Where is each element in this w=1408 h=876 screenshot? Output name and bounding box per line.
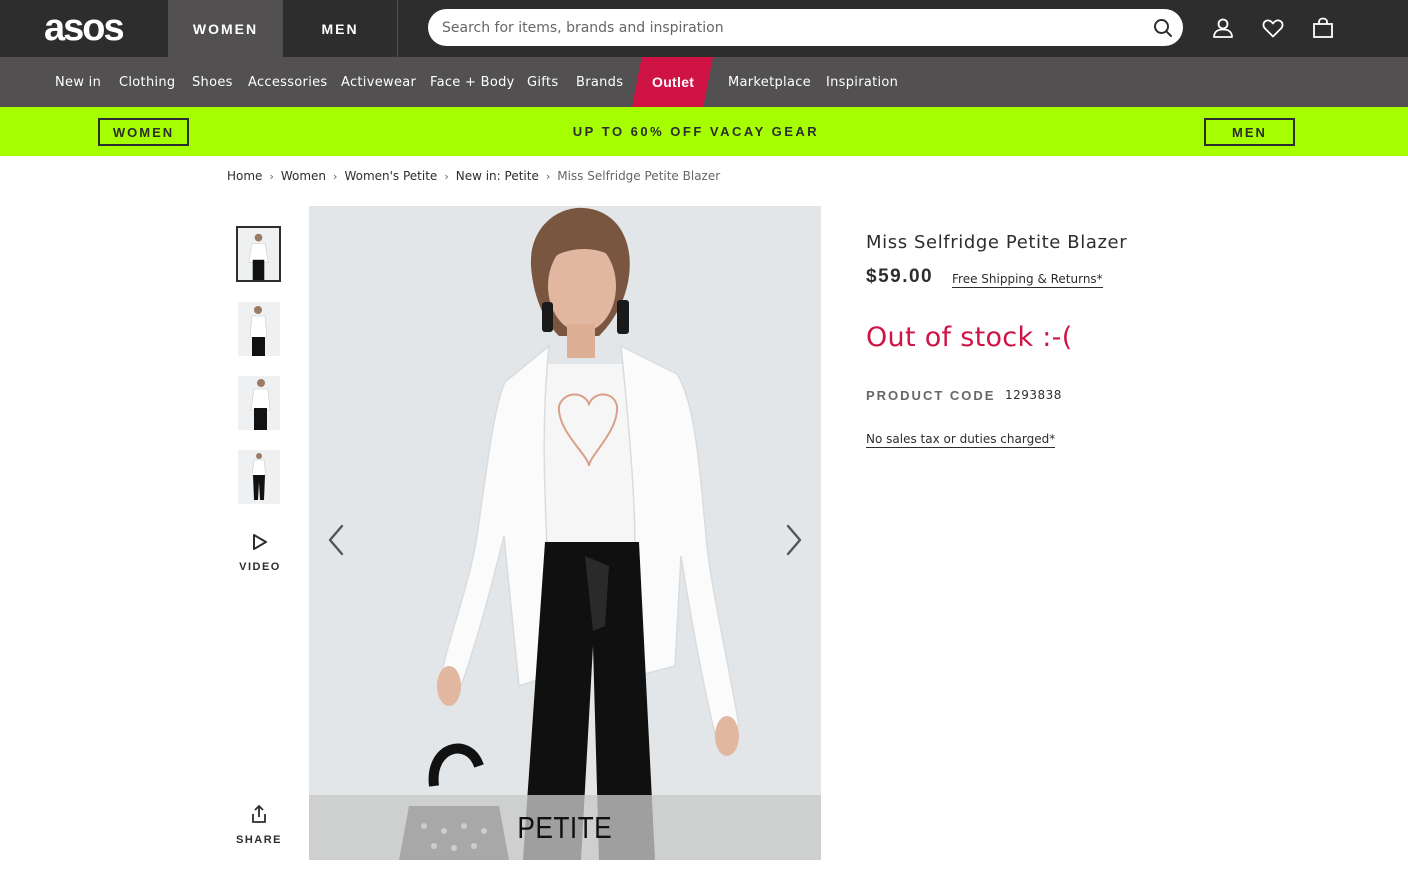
search-input[interactable] [442,9,1132,46]
share-button[interactable]: SHARE [236,804,282,846]
chevron-right-icon[interactable] [779,522,809,558]
share-label: SHARE [236,834,283,846]
breadcrumb-home[interactable]: Home [227,169,262,183]
tab-women[interactable]: WOMEN [168,0,283,57]
nav-item-gifts[interactable]: Gifts [527,57,558,107]
petite-badge-text: PETITE [517,809,613,845]
chevron-right-icon: › [269,169,274,183]
asos-logo[interactable]: asos [44,9,125,47]
account-icon[interactable] [1211,16,1235,40]
play-icon [253,534,267,550]
breadcrumb-current: Miss Selfridge Petite Blazer [557,169,721,183]
promo-women-button[interactable]: WOMEN [98,118,189,146]
product-image[interactable]: PETITE [309,206,821,860]
chevron-right-icon: › [545,169,551,183]
shipping-returns-link[interactable]: Free Shipping & Returns* [952,272,1103,288]
petite-badge: PETITE [309,795,821,860]
nav-item-marketplace[interactable]: Marketplace [728,57,811,107]
breadcrumb-womens-petite[interactable]: Women's Petite [344,169,437,183]
search-bar [428,9,1183,46]
product-title: Miss Selfridge Petite Blazer [866,232,1128,253]
category-nav: New in Clothing Shoes Accessories Active… [0,57,1408,107]
nav-item-new-in[interactable]: New in [55,57,101,107]
chevron-right-icon: › [333,169,338,183]
product-code-value: 1293838 [1005,388,1062,402]
product-photo [309,206,821,860]
nav-item-shoes[interactable]: Shoes [192,57,233,107]
promo-text: UP TO 60% OFF VACAY GEAR [572,124,820,139]
thumbnail-4[interactable] [238,450,280,504]
divider [397,0,398,57]
tab-men[interactable]: MEN [283,0,397,57]
thumbnail-2[interactable] [238,302,280,356]
search-icon[interactable] [1152,17,1174,39]
top-bar: asos WOMEN MEN [0,0,1408,57]
nav-item-accessories[interactable]: Accessories [248,57,328,107]
video-button[interactable]: VIDEO [236,533,284,573]
tax-duties-link[interactable]: No sales tax or duties charged* [866,432,1056,448]
thumbnail-1[interactable] [236,226,281,282]
video-label: VIDEO [239,561,281,573]
promo-men-button[interactable]: MEN [1204,118,1295,146]
nav-item-brands[interactable]: Brands [576,57,623,107]
bag-icon[interactable] [1311,16,1335,40]
chevron-left-icon[interactable] [321,522,351,558]
nav-item-inspiration[interactable]: Inspiration [826,57,898,107]
breadcrumb-new-in-petite[interactable]: New in: Petite [456,169,539,183]
stock-status: Out of stock :-( [866,322,1073,353]
thumbnail-3[interactable] [238,376,280,430]
nav-item-clothing[interactable]: Clothing [119,57,175,107]
nav-item-activewear[interactable]: Activewear [341,57,416,107]
breadcrumb: Home › Women › Women's Petite › New in: … [227,169,720,183]
product-code-label: PRODUCT CODE [866,388,996,403]
breadcrumb-women[interactable]: Women [281,169,326,183]
nav-item-outlet[interactable]: Outlet [652,57,694,107]
promo-banner: UP TO 60% OFF VACAY GEAR WOMEN MEN [0,107,1408,156]
heart-icon[interactable] [1261,16,1285,40]
nav-item-face-body[interactable]: Face + Body [430,57,515,107]
share-icon [252,804,266,823]
product-price: $59.00 [866,266,934,287]
chevron-right-icon: › [444,169,449,183]
